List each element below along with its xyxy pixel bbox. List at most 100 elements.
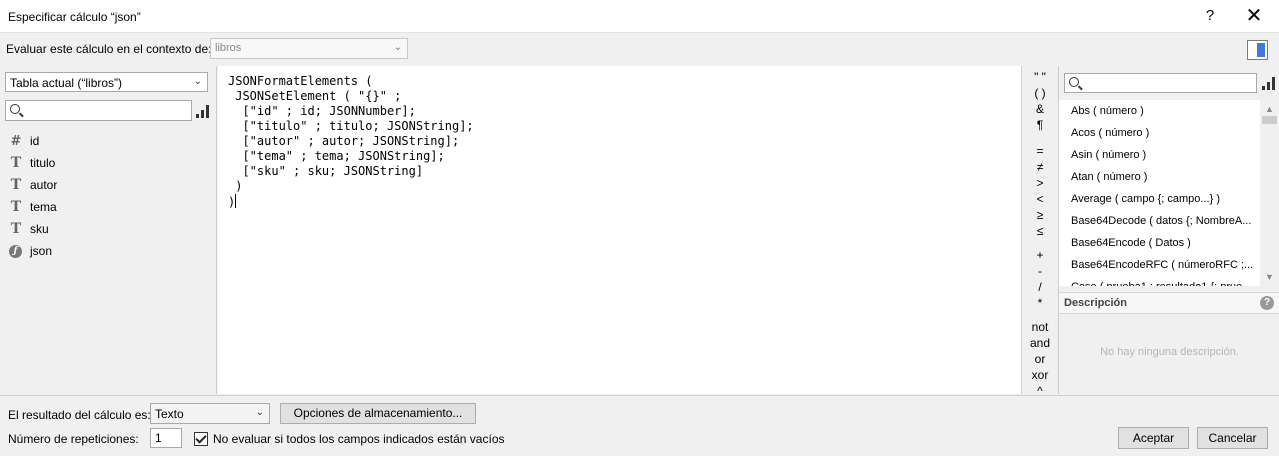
context-select-value: libros [215,42,242,54]
field-item-id[interactable]: # id [8,130,208,152]
cancel-button[interactable]: Cancelar [1197,427,1268,449]
field-name: autor [30,178,58,192]
result-type-value: Texto [155,407,184,421]
field-name: titulo [30,156,56,170]
operator-button[interactable]: ( ) [1023,86,1057,100]
field-search-input[interactable] [5,100,192,121]
function-search-input[interactable] [1064,73,1257,93]
number-field-icon: # [10,133,22,149]
formula-line-text: ) [228,195,236,209]
operator-button[interactable]: * [1023,296,1057,310]
storage-options-button[interactable]: Opciones de almacenamiento... [280,403,476,424]
formula-line: ["tema" ; tema; JSONString]; [228,149,474,164]
field-item-sku[interactable]: Tsku [8,218,208,240]
scrollbar-thumb[interactable] [1262,116,1277,124]
formula-editor[interactable]: JSONFormatElements ( JSONSetElement ( "{… [218,66,1022,394]
search-icon [10,104,20,114]
formula-line-text: JSONSetElement ( "{}" ; [228,89,402,103]
function-list-scrollbar[interactable]: ▲ ▼ [1260,100,1279,286]
dialog-footer: El resultado del cálculo es: Texto ⌄ Opc… [0,395,1279,456]
formula-line-text: ["autor" ; autor; JSONString]; [228,134,460,148]
help-button[interactable]: ? [1198,4,1222,28]
chevron-down-icon: ⌄ [255,407,264,418]
do-not-evaluate-checkbox[interactable] [194,432,208,446]
functions-panel: Abs ( número ) Acos ( número ) Asin ( núme… [1058,66,1279,394]
field-item-titulo[interactable]: Ttitulo [8,152,208,174]
description-title: Descripción [1064,297,1127,309]
search-icon [1069,77,1079,87]
field-name: sku [30,222,49,236]
operator-button[interactable]: not [1023,320,1057,334]
operator-button[interactable]: ≥ [1023,208,1057,222]
operators-panel: " "( ) & ¶ = ≠ > < ≥ ≤ + - / * not and or xor ^ [1023,66,1057,398]
operator-button[interactable]: ≠ [1023,160,1057,174]
operator-button[interactable]: ≤ [1023,224,1057,238]
function-item[interactable]: Asin ( número ) [1059,144,1260,166]
title-bar: Especificar cálculo “json” ? ✕ [0,0,1279,33]
function-item[interactable]: Abs ( número ) [1059,100,1260,122]
operator-button[interactable]: & [1023,102,1057,116]
formula-line-text: ["id" ; id; JSONNumber]; [228,104,416,118]
result-type-label: El resultado del cálculo es: [8,408,151,422]
field-item-tema[interactable]: Ttema [8,196,208,218]
operator-button[interactable]: = [1023,144,1057,158]
field-name: tema [30,200,57,214]
formula-line-text: JSONFormatElements ( [228,74,373,88]
formula-line: ["titulo" ; titulo; JSONString]; [228,119,473,134]
operator-button[interactable]: and [1023,336,1057,350]
ok-button[interactable]: Aceptar [1118,427,1189,449]
function-item[interactable]: Atan ( número ) [1059,166,1260,188]
function-item[interactable]: Base64EncodeRFC ( númeroRFC ;... [1059,254,1260,276]
chevron-down-icon: ⌄ [193,76,202,87]
function-item[interactable]: Base64Decode ( datos {; NombreA... [1059,210,1260,232]
formula-line: JSONFormatElements ( [228,74,474,89]
sort-bars-icon[interactable] [1262,76,1276,90]
function-item[interactable]: Average ( campo {; campo...} ) [1059,188,1260,210]
text-caret [235,194,237,208]
repetitions-label: Número de repeticiones: [8,432,139,446]
operator-button[interactable]: - [1023,264,1057,278]
formula-line: ) [228,194,474,210]
operator-button[interactable]: < [1023,192,1057,206]
field-item-json[interactable]: ƒ json [8,240,208,262]
formula-line: ["autor" ; autor; JSONString]; [228,134,474,149]
operator-button[interactable]: or [1023,352,1057,366]
chevron-down-icon[interactable]: ▼ [1265,272,1274,282]
function-item[interactable]: Base64Encode ( Datos ) [1059,232,1260,254]
function-item[interactable]: Acos ( número ) [1059,122,1260,144]
result-type-select[interactable]: Texto ⌄ [150,403,270,424]
description-body: No hay ninguna descripción. [1059,314,1279,394]
function-item[interactable]: Case ( prueba1 ; resultado1 {; prue... [1059,276,1260,286]
function-list: Abs ( número ) Acos ( número ) Asin ( núme… [1059,100,1260,286]
formula-text[interactable]: JSONFormatElements ( JSONSetElement ( "{… [228,74,474,210]
operator-button[interactable]: " " [1023,70,1057,84]
operator-button[interactable]: > [1023,176,1057,190]
context-label: Evaluar este cálculo en el contexto de: [6,42,212,56]
help-icon[interactable]: ? [1260,296,1274,310]
operator-button[interactable]: + [1023,248,1057,262]
calculation-field-icon: ƒ [9,244,22,258]
formula-line-text: ["sku" ; sku; JSONString] [228,164,424,178]
sort-bars-icon[interactable] [196,104,210,118]
operator-button[interactable]: / [1023,280,1057,294]
description-empty-text: No hay ninguna descripción. [1100,346,1239,358]
field-list: # id Ttitulo Tautor Ttema Tsku ƒ json [8,130,208,262]
panel-toggle-button[interactable] [1247,40,1268,60]
close-icon[interactable]: ✕ [1240,4,1268,28]
field-name: id [30,134,40,148]
field-item-autor[interactable]: Tautor [8,174,208,196]
formula-line: JSONSetElement ( "{}" ; [228,89,474,104]
table-select-value: Tabla actual (“libros”) [10,76,123,90]
formula-line: ["sku" ; sku; JSONString] [228,164,474,179]
field-name: json [30,244,53,258]
operator-button[interactable]: ¶ [1023,118,1057,132]
text-field-icon: T [10,177,22,193]
text-field-icon: T [10,155,22,171]
chevron-up-icon[interactable]: ▲ [1265,104,1274,114]
table-select[interactable]: Tabla actual (“libros”) ⌄ [5,72,208,92]
fields-panel: Tabla actual (“libros”) ⌄ # id Ttitulo Taut… [0,66,217,394]
repetitions-input[interactable]: 1 [150,428,182,448]
context-select[interactable]: libros ⌄ [210,38,408,59]
chevron-down-icon: ⌄ [393,42,402,53]
operator-button[interactable]: xor [1023,368,1057,382]
